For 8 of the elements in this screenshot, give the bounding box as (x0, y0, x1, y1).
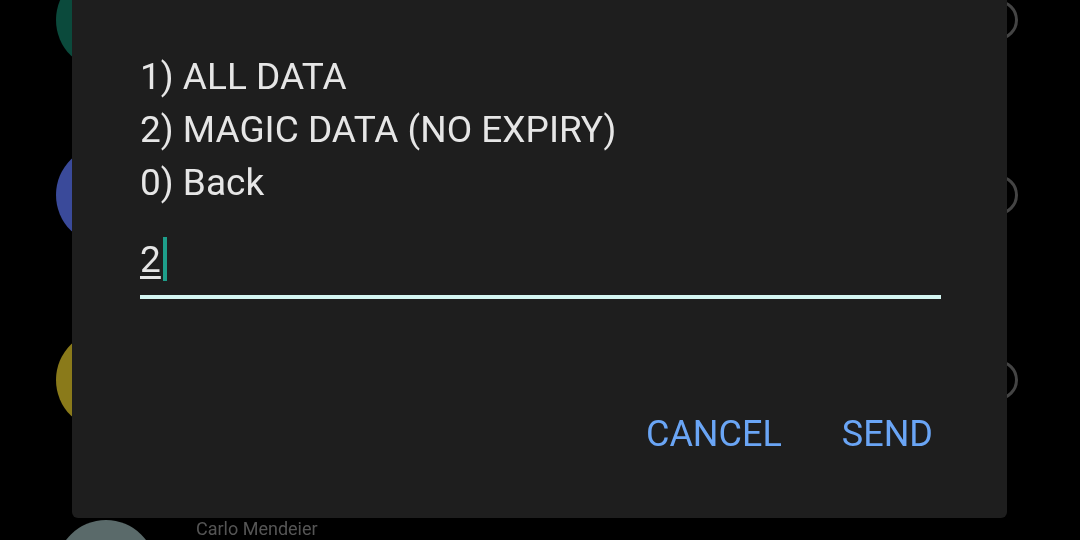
menu-option: 2) MAGIC DATA (NO EXPIRY) (140, 103, 941, 156)
menu-option: 1) ALL DATA (140, 50, 941, 103)
menu-option: 0) Back (140, 156, 941, 209)
cancel-button[interactable]: CANCEL (637, 412, 790, 456)
text-cursor (162, 237, 167, 281)
send-button[interactable]: SEND (833, 412, 941, 456)
contact-name: Carlo Mendeier (196, 519, 318, 539)
input-field[interactable]: 2 (140, 239, 941, 299)
